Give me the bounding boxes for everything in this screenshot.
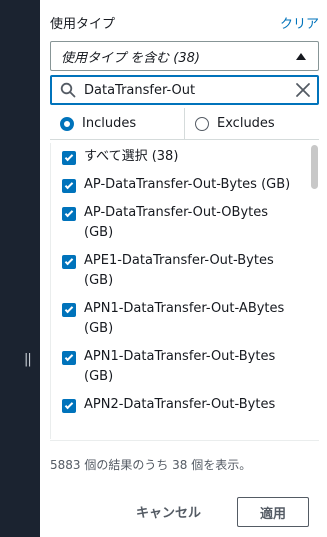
search-icon xyxy=(60,82,76,98)
apply-button[interactable]: 適用 xyxy=(237,497,309,527)
radio-selected-icon xyxy=(60,116,74,131)
resize-handle[interactable]: || xyxy=(24,352,32,367)
side-strip xyxy=(0,0,40,537)
list-item[interactable]: APN1-DataTransfer-Out-Bytes (GB) xyxy=(51,347,319,387)
list-item-label: AP-DataTransfer-Out-OBytes (GB) xyxy=(84,205,269,240)
radio-excludes-label: Excludes xyxy=(217,116,275,131)
usage-type-select[interactable]: 使用タイプ を含む (38) xyxy=(50,41,319,71)
search-box[interactable] xyxy=(50,75,319,105)
list-item-select-all[interactable]: すべて選択 (38) xyxy=(51,147,319,167)
radio-excludes[interactable]: Excludes xyxy=(184,108,319,139)
cancel-button[interactable]: キャンセル xyxy=(136,502,201,521)
list-item[interactable]: APN1-DataTransfer-Out-ABytes (GB) xyxy=(51,299,319,339)
checkbox-checked-icon[interactable] xyxy=(62,351,76,365)
list-scrollbar[interactable] xyxy=(311,145,318,189)
list-item-label: すべて選択 (38) xyxy=(84,149,179,164)
caret-up-icon xyxy=(296,52,306,60)
filter-panel: 使用タイプ クリア 使用タイプ を含む (38) Includes Exclud… xyxy=(40,0,327,537)
list-item[interactable]: APE1-DataTransfer-Out-Bytes (GB) xyxy=(51,251,319,291)
radio-includes-label: Includes xyxy=(82,116,137,131)
list-item-label: APN2-DataTransfer-Out-Bytes xyxy=(84,397,276,412)
checkbox-checked-icon[interactable] xyxy=(62,255,76,269)
search-input[interactable] xyxy=(84,82,295,98)
radio-unselected-icon xyxy=(195,116,209,131)
list-item[interactable]: AP-DataTransfer-Out-Bytes (GB) xyxy=(51,175,319,195)
result-count: 5883 個の結果のうち 38 個を表示。 xyxy=(50,458,252,472)
checkbox-checked-icon[interactable] xyxy=(62,399,76,413)
close-icon[interactable] xyxy=(295,82,311,98)
list-item-label: APN1-DataTransfer-Out-Bytes (GB) xyxy=(84,349,276,384)
options-list: すべて選択 (38) AP-DataTransfer-Out-Bytes (GB… xyxy=(50,143,319,439)
list-item-label: APE1-DataTransfer-Out-Bytes (GB) xyxy=(84,253,274,288)
include-exclude-toggle: Includes Excludes xyxy=(50,108,319,140)
checkbox-checked-icon[interactable] xyxy=(62,207,76,221)
divider xyxy=(50,440,319,441)
list-item-label: AP-DataTransfer-Out-Bytes (GB) xyxy=(84,177,291,192)
select-value: 使用タイプ を含む (38) xyxy=(61,50,200,66)
radio-includes[interactable]: Includes xyxy=(50,108,184,139)
checkbox-checked-icon[interactable] xyxy=(62,151,76,165)
filter-header: 使用タイプ クリア xyxy=(50,12,319,32)
checkbox-checked-icon[interactable] xyxy=(62,303,76,317)
checkbox-checked-icon[interactable] xyxy=(62,179,76,193)
list-item-label: APN1-DataTransfer-Out-ABytes (GB) xyxy=(84,301,285,336)
clear-link[interactable]: クリア xyxy=(280,13,319,32)
list-item[interactable]: AP-DataTransfer-Out-OBytes (GB) xyxy=(51,203,319,243)
filter-label: 使用タイプ xyxy=(50,16,116,32)
list-item[interactable]: APN2-DataTransfer-Out-Bytes xyxy=(51,395,319,415)
